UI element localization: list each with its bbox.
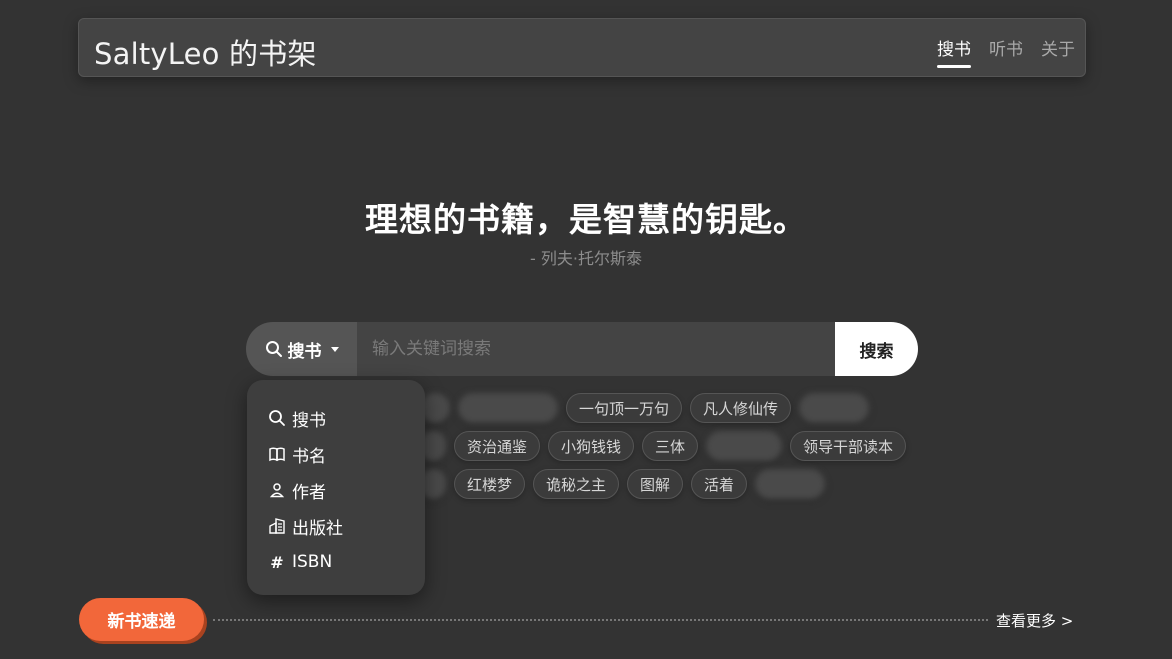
nav-search-books[interactable]: 搜书 [937, 35, 971, 68]
search-input[interactable] [357, 322, 835, 376]
page: SaltyLeo 的书架 搜书 听书 关于 理想的书籍，是智慧的钥匙。 - 列夫… [0, 0, 1172, 659]
tag-blurred[interactable] [799, 393, 870, 423]
dropdown-item-label: 书名 [292, 446, 326, 467]
search-icon [265, 340, 283, 358]
quote-author: - 列夫·托尔斯泰 [530, 249, 642, 268]
book-icon [268, 445, 286, 463]
search-type-label: 搜书 [287, 341, 322, 362]
tag-item[interactable]: 诡秘之主 [533, 469, 620, 499]
search-type-dropdown: 搜书 书名 作者 出版社 # ISBN [247, 380, 425, 595]
tag-blurred[interactable] [755, 469, 826, 499]
nav-about[interactable]: 关于 [1041, 35, 1075, 68]
new-books-badge[interactable]: 新书速递 [79, 598, 204, 641]
main-nav: 搜书 听书 关于 [937, 35, 1075, 68]
tag-blurred[interactable] [458, 393, 558, 423]
building-icon [268, 517, 286, 535]
hero-quote: 理想的书籍，是智慧的钥匙。 [365, 200, 807, 239]
tag-item[interactable]: 小狗钱钱 [548, 431, 635, 461]
dropdown-item-title[interactable]: 书名 [247, 436, 425, 472]
top-navbar: SaltyLeo 的书架 搜书 听书 关于 [78, 18, 1086, 77]
hash-icon: # [270, 552, 284, 572]
tag-item[interactable]: 图解 [627, 469, 684, 499]
tag-item[interactable]: 一句顶一万句 [566, 393, 683, 423]
nav-audiobooks[interactable]: 听书 [989, 35, 1023, 68]
dropdown-item-label: 搜书 [292, 410, 326, 431]
tag-item[interactable]: 领导干部读本 [790, 431, 907, 461]
caret-down-icon [330, 346, 339, 352]
search-bar: 搜书 搜索 [246, 322, 918, 376]
search-icon [268, 409, 286, 427]
dropdown-item-label: 作者 [292, 482, 326, 503]
section-divider [213, 619, 988, 621]
dropdown-item-label: ISBN [292, 552, 333, 572]
tag-item[interactable]: 凡人修仙传 [690, 393, 792, 423]
tag-row-3: 红楼梦 诡秘之主 图解 活着 [420, 469, 826, 499]
tag-item[interactable]: 三体 [642, 431, 699, 461]
tag-row-1: 一句顶一万句 凡人修仙传 [420, 393, 870, 423]
dropdown-item-author[interactable]: 作者 [247, 472, 425, 508]
tag-item[interactable]: 红楼梦 [454, 469, 526, 499]
dropdown-item-isbn[interactable]: # ISBN [247, 544, 425, 580]
tag-blurred[interactable] [706, 431, 783, 461]
dropdown-item-search[interactable]: 搜书 [247, 400, 425, 436]
tag-row-2: 资治通鉴 小狗钱钱 三体 领导干部读本 [420, 431, 907, 461]
search-type-select[interactable]: 搜书 [246, 322, 357, 376]
search-button[interactable]: 搜索 [835, 322, 918, 376]
site-title[interactable]: SaltyLeo 的书架 [94, 31, 317, 73]
view-more-link[interactable]: 查看更多 > [996, 610, 1073, 631]
tag-item[interactable]: 资治通鉴 [454, 431, 541, 461]
dropdown-item-publisher[interactable]: 出版社 [247, 508, 425, 544]
dropdown-item-label: 出版社 [292, 518, 343, 539]
tag-item[interactable]: 活着 [691, 469, 748, 499]
person-icon [268, 481, 286, 499]
